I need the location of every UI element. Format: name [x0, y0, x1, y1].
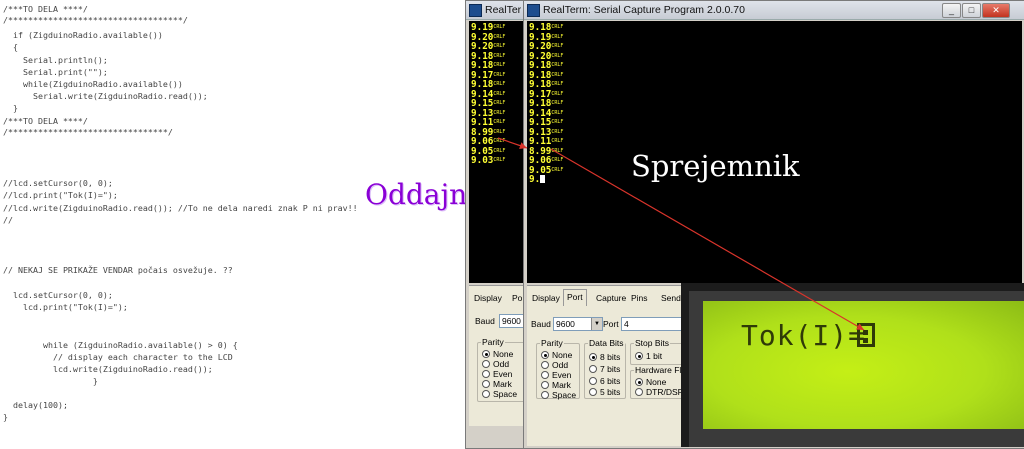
code-line: /***TO DELA ****/	[3, 116, 88, 126]
parity-label: Parity	[540, 338, 564, 348]
parity-none-radio[interactable]: None	[541, 350, 572, 360]
lcd-screen: Tok(I)=	[703, 301, 1024, 429]
tab-pins[interactable]: Pins	[628, 291, 651, 305]
databits-8-radio[interactable]: 8 bits	[589, 352, 620, 362]
code-line: /********************************/	[3, 127, 173, 137]
code-line: lcd.print("Tok(I)=");	[3, 302, 128, 312]
parity-odd-radio[interactable]: Odd	[482, 359, 509, 369]
code-line: // NEKAJ SE PRIKAŽE VENDAR počais osvežu…	[3, 265, 233, 275]
parity-even-radio[interactable]: Even	[482, 369, 512, 379]
app-icon	[527, 4, 540, 17]
terminal-line: 9.	[529, 175, 546, 185]
code-line: delay(100);	[3, 400, 68, 410]
parity-none-radio[interactable]: None	[482, 349, 513, 359]
parity-mark-radio[interactable]: Mark	[482, 379, 512, 389]
code-line: //lcd.setCursor(0, 0);	[3, 178, 113, 188]
databits-group: Data Bits 8 bits 7 bits 6 bits 5 bits	[584, 338, 626, 399]
code-line: // display each character to the LCD	[3, 352, 233, 362]
parity-space-radio[interactable]: Space	[482, 389, 517, 399]
lcd-photo: Tok(I)=	[681, 283, 1024, 447]
code-line: lcd.setCursor(0, 0);	[3, 290, 113, 300]
port-select[interactable]: 4	[621, 317, 685, 331]
flow-none-radio[interactable]: None	[635, 377, 666, 387]
tab-send[interactable]: Send	[658, 291, 684, 305]
baud-select[interactable]: 9600 ▼	[553, 317, 603, 331]
stopbits-label: Stop Bits	[634, 338, 671, 348]
tab-capture[interactable]: Capture	[593, 291, 629, 305]
databits-label: Data Bits	[588, 338, 625, 348]
code-line: Serial.println();	[3, 55, 108, 65]
baud-label: Baud	[475, 316, 495, 326]
chevron-down-icon[interactable]: ▼	[591, 318, 602, 330]
code-line: //lcd.print("Tok(I)=");	[3, 190, 118, 200]
lcd-garbled-character	[857, 323, 875, 347]
stopbits-1-radio[interactable]: 1 bit	[635, 351, 662, 361]
parity-mark-radio[interactable]: Mark	[541, 380, 571, 390]
code-line: //lcd.write(ZigduinoRadio.read()); //To …	[3, 203, 358, 213]
code-line: }	[3, 376, 98, 386]
terminal-output[interactable]: 9.18CRLF 9.19CRLF 9.20CRLF 9.20CRLF 9.18…	[527, 21, 1022, 283]
terminal-line: 9.03CRLF	[471, 155, 506, 166]
databits-5-radio[interactable]: 5 bits	[589, 387, 620, 397]
databits-6-radio[interactable]: 6 bits	[589, 376, 620, 386]
code-line: if (ZigduinoRadio.available())	[3, 30, 163, 40]
tab-display[interactable]: Display	[471, 291, 505, 305]
code-line: Serial.print("");	[3, 67, 108, 77]
window-title: RealTer	[485, 4, 522, 16]
maximize-button[interactable]: □	[962, 3, 981, 18]
port-label: Port	[603, 319, 619, 329]
tab-display[interactable]: Display	[529, 291, 563, 305]
parity-label: Parity	[481, 337, 505, 347]
tab-port[interactable]: Port	[563, 289, 587, 306]
code-line: }	[3, 412, 8, 422]
code-line: while (ZigduinoRadio.available() > 0) {	[3, 340, 238, 350]
parity-space-radio[interactable]: Space	[541, 390, 576, 400]
parity-odd-radio[interactable]: Odd	[541, 360, 568, 370]
parity-even-radio[interactable]: Even	[541, 370, 571, 380]
code-line: Serial.write(ZigduinoRadio.read());	[3, 91, 208, 101]
parity-group: Parity None Odd Even Mark Space	[536, 338, 580, 400]
code-line: }	[3, 103, 18, 113]
code-line: /***********************************/	[3, 15, 188, 25]
code-line: lcd.write(ZigduinoRadio.read());	[3, 364, 213, 374]
code-editor[interactable]: /***TO DELA ****/ /*********************…	[0, 0, 465, 447]
stopbits-group: Stop Bits 1 bit	[630, 338, 686, 365]
code-line: /***TO DELA ****/	[3, 4, 88, 14]
app-icon	[469, 4, 482, 17]
code-line: {	[3, 42, 18, 52]
lcd-text: Tok(I)=	[741, 319, 867, 352]
close-button[interactable]: ✕	[982, 3, 1010, 18]
code-line: //	[3, 215, 13, 225]
flow-dtrdsr-radio[interactable]: DTR/DSR	[635, 387, 684, 397]
baud-value: 9600	[556, 319, 575, 329]
databits-7-radio[interactable]: 7 bits	[589, 364, 620, 374]
minimize-button[interactable]: _	[942, 3, 961, 18]
baud-label: Baud	[531, 319, 551, 329]
hardware-flow-group: Hardware Flow None DTR/DSR	[630, 365, 694, 399]
text-cursor	[540, 175, 546, 183]
receiver-label: Sprejemnik	[631, 149, 800, 183]
title-bar[interactable]: RealTerm: Serial Capture Program 2.0.0.7…	[524, 1, 1024, 20]
window-title: RealTerm: Serial Capture Program 2.0.0.7…	[543, 4, 745, 16]
code-line: while(ZigduinoRadio.available())	[3, 79, 183, 89]
